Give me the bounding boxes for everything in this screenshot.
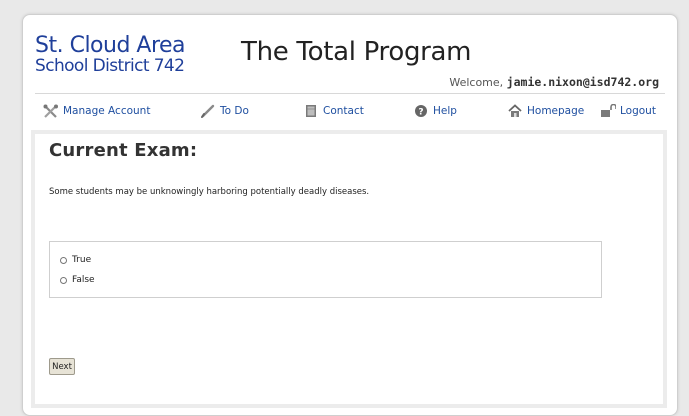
district-logo[interactable]: St. Cloud Area School District 742 <box>35 33 186 76</box>
help-icon: ? <box>415 105 427 118</box>
checkmark-icon <box>201 104 215 118</box>
header-divider <box>35 93 665 94</box>
logo-line-2: School District 742 <box>35 56 185 76</box>
nav-contact[interactable]: Contact <box>303 104 364 118</box>
next-button[interactable]: Next <box>49 358 75 375</box>
welcome-prefix: Welcome, <box>449 76 504 89</box>
main-nav: Manage Account To Do Contact ? Help Home… <box>43 104 656 122</box>
nav-contact-label: Contact <box>323 105 364 117</box>
nav-manage-account[interactable]: Manage Account <box>43 104 150 118</box>
option-true[interactable]: True <box>60 255 91 265</box>
site-title: The Total Program <box>241 37 472 67</box>
nav-to-do[interactable]: To Do <box>200 104 249 118</box>
nav-manage-account-label: Manage Account <box>63 105 151 117</box>
option-false[interactable]: False <box>60 275 95 285</box>
exam-title: Current Exam: <box>49 140 198 161</box>
nav-help-label: Help <box>433 105 457 117</box>
nav-help[interactable]: ? Help <box>413 104 457 118</box>
nav-homepage-label: Homepage <box>527 105 585 117</box>
svg-text:?: ? <box>418 108 423 118</box>
nav-homepage[interactable]: Homepage <box>507 104 584 118</box>
radio-false[interactable] <box>60 276 67 284</box>
welcome-username: jamie.nixon@isd742.org <box>506 75 659 89</box>
nav-to-do-label: To Do <box>220 105 249 117</box>
book-icon <box>306 105 316 117</box>
tools-icon <box>43 104 58 118</box>
nav-logout-label: Logout <box>620 105 656 117</box>
home-icon <box>508 104 522 117</box>
exam-question: Some students may be unknowingly harbori… <box>49 187 370 197</box>
radio-true[interactable] <box>60 256 67 264</box>
exam-panel: Current Exam: Some students may be unkno… <box>31 130 667 408</box>
logout-icon <box>601 104 616 117</box>
answer-options: True False <box>49 241 602 298</box>
welcome-message: Welcome, jamie.nixon@isd742.org <box>449 75 659 89</box>
option-false-label: False <box>72 275 95 285</box>
option-true-label: True <box>72 255 92 265</box>
logo-line-1: St. Cloud Area <box>35 33 186 58</box>
page-container: St. Cloud Area School District 742 The T… <box>22 14 678 416</box>
nav-logout[interactable]: Logout <box>600 104 656 118</box>
